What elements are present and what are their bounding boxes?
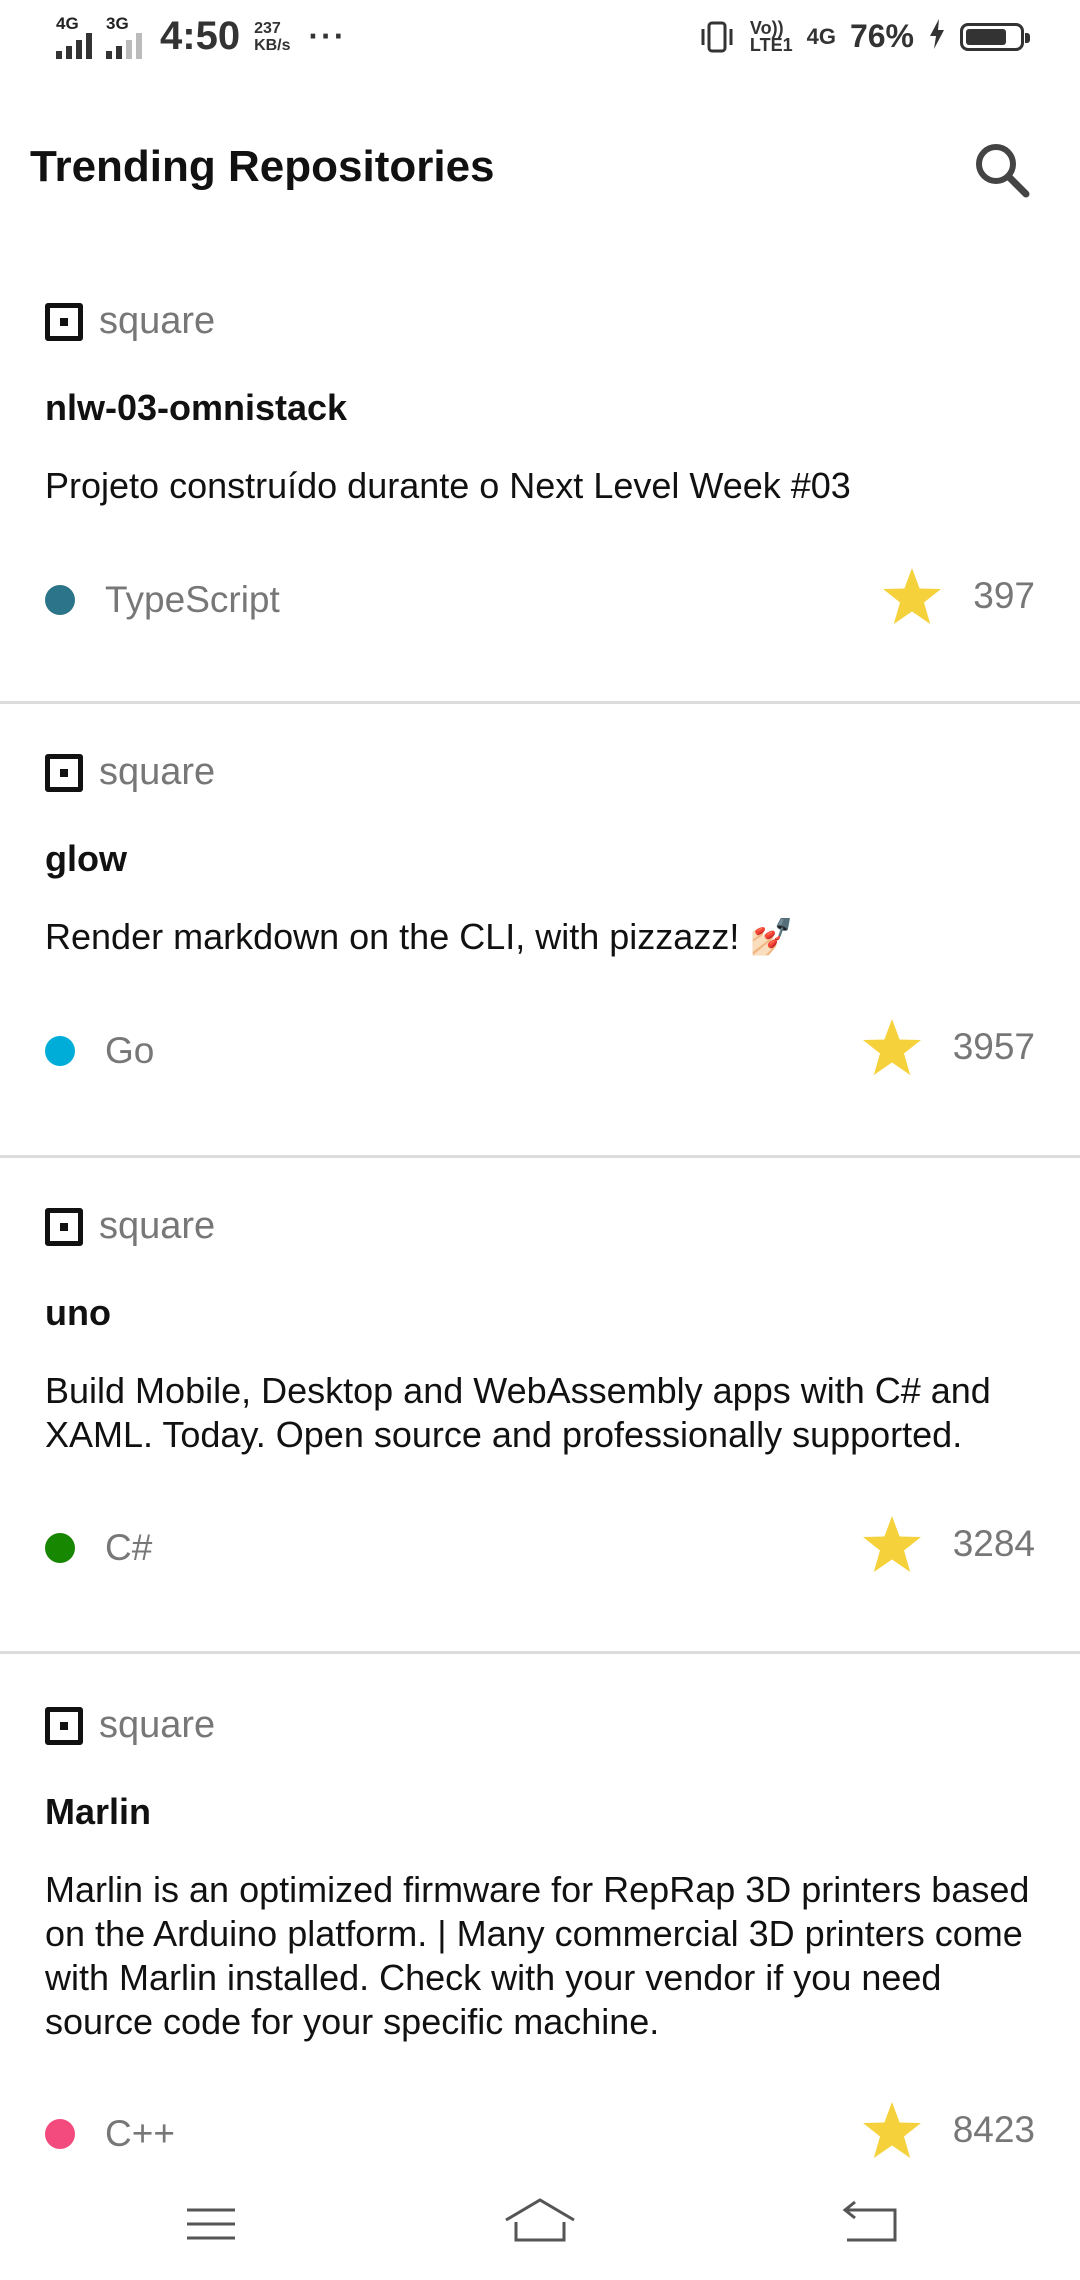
language-name: TypeScript xyxy=(105,579,280,620)
repository-name: nlw-03-omnistack xyxy=(45,387,348,428)
star-icon xyxy=(862,1019,921,1075)
repository-description: Marlin is an optimized firmware for RepR… xyxy=(45,1869,1030,2042)
menu-button[interactable] xyxy=(171,2188,251,2258)
lte-label: LTE1 xyxy=(749,34,793,55)
search-icon xyxy=(976,144,1030,198)
repository-description: Build Mobile, Desktop and WebAssembly ap… xyxy=(45,1370,991,1455)
search-button[interactable] xyxy=(968,136,1038,206)
clock: 4:50 xyxy=(160,14,241,58)
star-icon xyxy=(883,568,942,624)
battery-percent: 76% xyxy=(849,18,914,54)
page-title: Trending Repositories xyxy=(30,142,495,191)
language-row: C# xyxy=(45,1527,152,1569)
speed-unit: KB/s xyxy=(254,36,291,54)
language-name: C# xyxy=(105,1527,153,1568)
signal-bars-icon xyxy=(106,32,142,59)
owner-avatar-icon xyxy=(45,302,83,341)
volte-indicator: Vo)) LTE1 xyxy=(749,17,793,55)
language-color-dot xyxy=(45,1036,75,1066)
repository-description: Render markdown on the CLI, with pizzazz… xyxy=(45,916,795,957)
stars-row: 3957 xyxy=(861,1017,1035,1077)
language-name: Go xyxy=(105,1030,155,1071)
star-icon xyxy=(862,2102,921,2158)
sim2-network-label: 3G xyxy=(106,13,129,33)
status-bar: 4G 3G 4:50 237 KB/s ··· Vo)) LTE1 4G 76% xyxy=(0,0,1080,84)
repository-description: Projeto construído durante o Next Level … xyxy=(45,465,851,506)
signal-bars-icon xyxy=(56,32,92,59)
star-icon xyxy=(862,1516,921,1572)
repository-name: Marlin xyxy=(45,1791,152,1832)
app-bar: Trending Repositories xyxy=(0,84,1080,256)
star-count: 397 xyxy=(973,575,1035,616)
owner-name: square xyxy=(99,300,216,342)
star-count: 3957 xyxy=(952,1026,1035,1067)
language-color-dot xyxy=(45,2119,75,2149)
network-speed: 237 KB/s xyxy=(254,20,290,54)
mobile-data-indicator: 4G xyxy=(806,23,836,49)
sim2-signal: 3G xyxy=(106,13,142,59)
charging-icon xyxy=(928,19,946,54)
language-row: TypeScript xyxy=(45,579,280,621)
repository-name: glow xyxy=(45,838,127,879)
speed-value: 237 xyxy=(254,19,281,37)
battery-fill xyxy=(966,28,1006,45)
stars-row: 3284 xyxy=(861,1514,1035,1574)
stars-row: 8423 xyxy=(861,2100,1035,2160)
stars-row: 397 xyxy=(881,566,1035,626)
owner-name: square xyxy=(99,1205,216,1247)
language-color-dot xyxy=(45,1533,75,1563)
owner-row: square xyxy=(45,1205,215,1248)
menu-icon xyxy=(187,2208,235,2240)
back-button[interactable] xyxy=(829,2188,909,2258)
owner-row: square xyxy=(45,751,215,794)
repository-list: square nlw-03-omnistack Projeto construí… xyxy=(0,256,1080,2174)
home-button[interactable] xyxy=(500,2188,580,2258)
vibrate-icon xyxy=(698,20,736,54)
repository-card[interactable]: square nlw-03-omnistack Projeto construí… xyxy=(0,256,1080,704)
sim1-signal: 4G xyxy=(56,13,92,59)
owner-name: square xyxy=(99,1704,216,1746)
language-row: Go xyxy=(45,1030,154,1072)
back-icon xyxy=(842,2200,897,2242)
owner-row: square xyxy=(45,1704,215,1747)
volte-label: Vo)) xyxy=(749,17,784,38)
system-navigation-bar xyxy=(0,2170,1080,2280)
repository-card[interactable]: square uno Build Mobile, Desktop and Web… xyxy=(0,1158,1080,1654)
owner-row: square xyxy=(45,300,215,343)
repository-name: uno xyxy=(45,1292,111,1333)
owner-avatar-icon xyxy=(45,1207,83,1246)
language-row: C++ xyxy=(45,2113,175,2155)
owner-avatar-icon xyxy=(45,1706,83,1745)
star-count: 3284 xyxy=(952,1523,1035,1564)
repository-card[interactable]: square Marlin Marlin is an optimized fir… xyxy=(0,1654,1080,2174)
battery-icon xyxy=(960,22,1030,51)
owner-name: square xyxy=(99,751,216,793)
owner-avatar-icon xyxy=(45,753,83,792)
language-name: C++ xyxy=(105,2113,175,2154)
more-notifications-icon: ··· xyxy=(308,18,347,54)
home-icon xyxy=(505,2198,575,2242)
language-color-dot xyxy=(45,585,75,615)
repository-card[interactable]: square glow Render markdown on the CLI, … xyxy=(0,704,1080,1158)
sim1-network-label: 4G xyxy=(56,13,79,33)
star-count: 8423 xyxy=(952,2109,1035,2150)
